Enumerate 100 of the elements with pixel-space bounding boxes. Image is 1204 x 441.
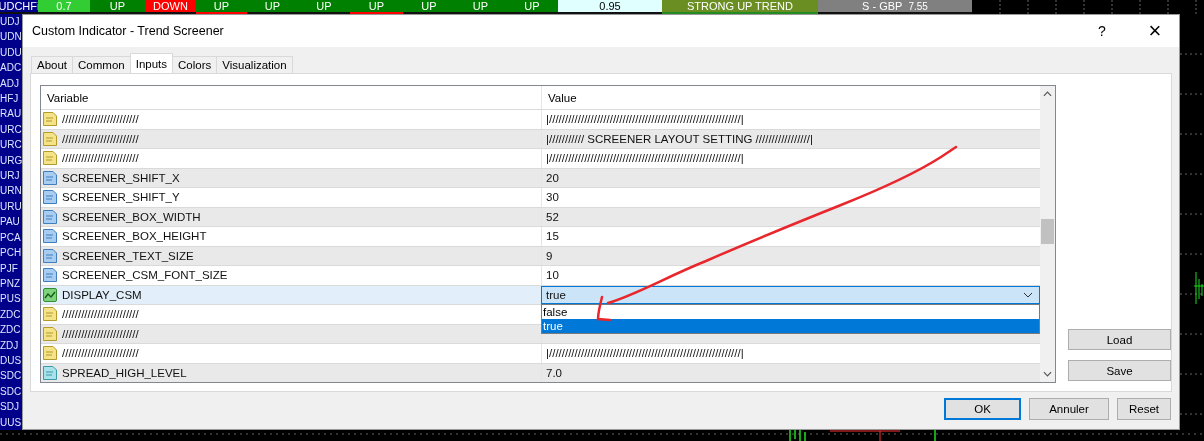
symbol-label: UDN [0, 30, 22, 45]
document-icon [43, 112, 57, 127]
symbol-label: PNZ [0, 276, 21, 291]
scrollbar[interactable] [1040, 86, 1055, 382]
window-title: Custom Indicator - Trend Screener [32, 24, 225, 38]
indicator-cell: UP [247, 0, 298, 12]
document-icon [43, 268, 57, 283]
variable-name: SCREENER_BOX_HEIGHT [62, 230, 207, 243]
variable-name: SCREENER_CSM_FONT_SIZE [62, 269, 228, 282]
table-row[interactable]: SCREENER_SHIFT_Y 30 [41, 187, 1040, 207]
symbol-label: URN [0, 184, 22, 199]
symbol-label: UDJ [0, 15, 21, 29]
value-text: 20 [546, 171, 559, 184]
value-text: 52 [546, 210, 559, 223]
tab[interactable]: Inputs [129, 53, 174, 73]
document-icon [43, 326, 57, 341]
symbol-label: PUS [0, 292, 22, 307]
indicator-cell: UP [403, 0, 455, 12]
dialog-button[interactable]: Reset [1117, 398, 1171, 420]
symbol-label: URG [0, 153, 22, 168]
symbol-label: URC [0, 122, 22, 137]
value-text: 15 [546, 230, 559, 243]
document-icon [43, 248, 57, 263]
table-row[interactable]: //////////////////////// |////////////////////////////////////////////////////////////| [41, 148, 1040, 168]
indicator-cell: UP [350, 0, 403, 12]
value-text: |////////////////////////////////////////////////////////////| [546, 347, 744, 360]
symbol-label: ADC [0, 61, 22, 76]
symbol-label: HFJ [0, 92, 20, 107]
dropdown-option[interactable]: false [542, 305, 1039, 319]
dropdown-option[interactable]: true [542, 319, 1039, 333]
variable-name: SCREENER_SHIFT_X [62, 171, 180, 184]
value-text: 7.0 [546, 366, 562, 379]
column-header[interactable]: Variable [41, 86, 541, 109]
scroll-down-icon[interactable] [1043, 371, 1052, 377]
caret-icon [1023, 291, 1033, 298]
indicator-cell: S - GBP 7.55 [818, 0, 972, 12]
side-button[interactable]: Save [1068, 360, 1171, 381]
document-icon [43, 346, 57, 361]
symbol-label: URC [0, 138, 22, 153]
indicator-cell: 0.95 [558, 0, 662, 12]
table-row[interactable]: //////////////////////// |////////////////////////////////////////////////////////////| [41, 109, 1040, 129]
table-row[interactable]: //////////////////////// |/////////// SCREENER LAYOUT SETTING /////////////////| [41, 128, 1040, 148]
value-text: |////////////////////////////////////////////////////////////| [546, 113, 744, 126]
dialog-button[interactable]: Annuler [1029, 398, 1109, 420]
tab[interactable]: Visualization [216, 56, 293, 73]
variable-name: SCREENER_SHIFT_Y [62, 191, 180, 204]
document-icon [43, 365, 57, 380]
indicator-cell: UP [196, 0, 247, 12]
symbol-label: ZDJ [0, 338, 20, 353]
document-icon [43, 229, 57, 244]
variable-name: //////////////////////// [62, 347, 139, 360]
variable-name: SPREAD_HIGH_LEVEL [62, 366, 187, 379]
indicator-cell: UP [298, 0, 350, 12]
variable-name: //////////////////////// [62, 152, 139, 165]
indicator-cell: DOWN [145, 0, 196, 12]
chart-icon [43, 287, 57, 302]
table-row[interactable]: SCREENER_BOX_HEIGHT 15 [41, 226, 1040, 246]
symbol-label: PJF [0, 261, 19, 276]
symbol-label: UUS [0, 415, 22, 430]
scrollbar-thumb[interactable] [1041, 219, 1054, 244]
document-icon [43, 209, 57, 224]
symbol-label: ADJ [0, 76, 20, 91]
document-icon [43, 151, 57, 166]
symbol-label: URU [0, 199, 22, 214]
table-row[interactable]: SPREAD_HIGH_LEVEL 7.0 [41, 362, 1040, 382]
symbol-label: PCH [0, 246, 22, 261]
indicator-cell: STRONG UP TREND [662, 0, 818, 12]
variable-name: //////////////////////// [62, 113, 139, 126]
table-row[interactable]: SCREENER_CSM_FONT_SIZE 10 [41, 265, 1040, 285]
value-text: |/////////// SCREENER LAYOUT SETTING /////////////////| [546, 132, 813, 145]
variable-name: SCREENER_TEXT_SIZE [62, 249, 194, 262]
side-button[interactable]: Load [1068, 329, 1171, 350]
indicator-cell: UP [506, 0, 558, 12]
variable-name: DISPLAY_CSM [62, 288, 142, 301]
table-row[interactable]: //////////////////////// |////////////////////////////////////////////////////////////| [41, 343, 1040, 363]
symbol-label: ZDC [0, 323, 22, 338]
document-icon [43, 131, 57, 146]
symbol-label: SDC [0, 369, 22, 384]
document-icon [43, 190, 57, 205]
symbol-label: ZDC [0, 307, 22, 322]
symbol-label: RAU [0, 107, 22, 122]
value-text: 9 [546, 249, 553, 262]
symbol-label: SDJ [0, 400, 20, 415]
document-icon [43, 307, 57, 322]
symbol-label: PAU [0, 215, 21, 230]
document-icon [43, 170, 57, 185]
scroll-up-icon[interactable] [1043, 91, 1052, 97]
help-button[interactable]: ? [1079, 16, 1125, 46]
value-dropdown[interactable]: true [541, 285, 1040, 304]
symbol-label: SDC [0, 384, 22, 399]
variable-name: //////////////////////// [62, 132, 139, 145]
value-text: |////////////////////////////////////////////////////////////| [546, 152, 744, 165]
indicator-cell: UP [455, 0, 506, 12]
dialog-button[interactable]: OK [944, 398, 1021, 420]
tab[interactable]: About [31, 56, 74, 73]
symbol-label: URJ [0, 169, 21, 184]
value-text: 30 [546, 191, 559, 204]
symbol-label: DUS [0, 353, 22, 368]
indicator-cell: UP [90, 0, 145, 12]
close-button[interactable]: × [1135, 16, 1175, 46]
